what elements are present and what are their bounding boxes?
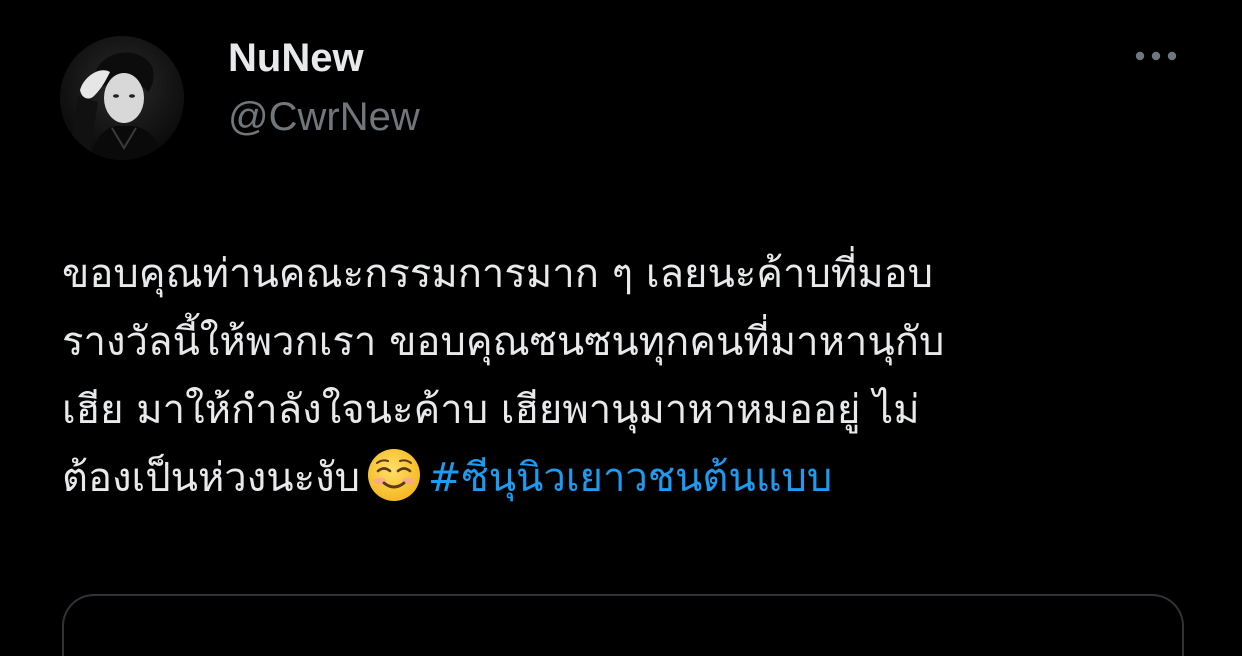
tweet-text-line: รางวัลนี้ให้พวกเรา ขอบคุณซนซนทุกคนที่มาห… (62, 319, 945, 365)
quoted-media-card[interactable] (62, 594, 1184, 656)
tweet-text-line: เฮีย มาให้กำลังใจนะค้าบ เฮียพานุมาหาหมออ… (62, 387, 920, 433)
avatar-photo (60, 36, 184, 160)
tweet-text: ขอบคุณท่านคณะกรรมการมาก ๆ เลยนะค้าบที่มอ… (62, 240, 1192, 512)
more-options-button[interactable] (1128, 38, 1184, 74)
tweet-text-line: ขอบคุณท่านคณะกรรมการมาก ๆ เลยนะค้าบที่มอ… (62, 251, 934, 297)
author-handle[interactable]: @CwrNew (228, 92, 420, 142)
tweet-card: NuNew @CwrNew ขอบคุณท่านคณะกรรมการมาก ๆ … (0, 0, 1242, 656)
tweet-text-line-last: ต้องเป็นห่วงนะงับ #ซีนุนิวเยาวชนต้นแบบ (62, 444, 1192, 512)
smiling-face-emoji (368, 449, 421, 501)
hashtag-link[interactable]: #ซีนุนิวเยาวชนต้นแบบ (428, 455, 832, 501)
more-horizontal-icon (1135, 51, 1177, 61)
author-display-name[interactable]: NuNew (228, 33, 364, 83)
tweet-text-segment: ต้องเป็นห่วงนะงับ (62, 455, 361, 501)
avatar[interactable] (60, 36, 184, 160)
